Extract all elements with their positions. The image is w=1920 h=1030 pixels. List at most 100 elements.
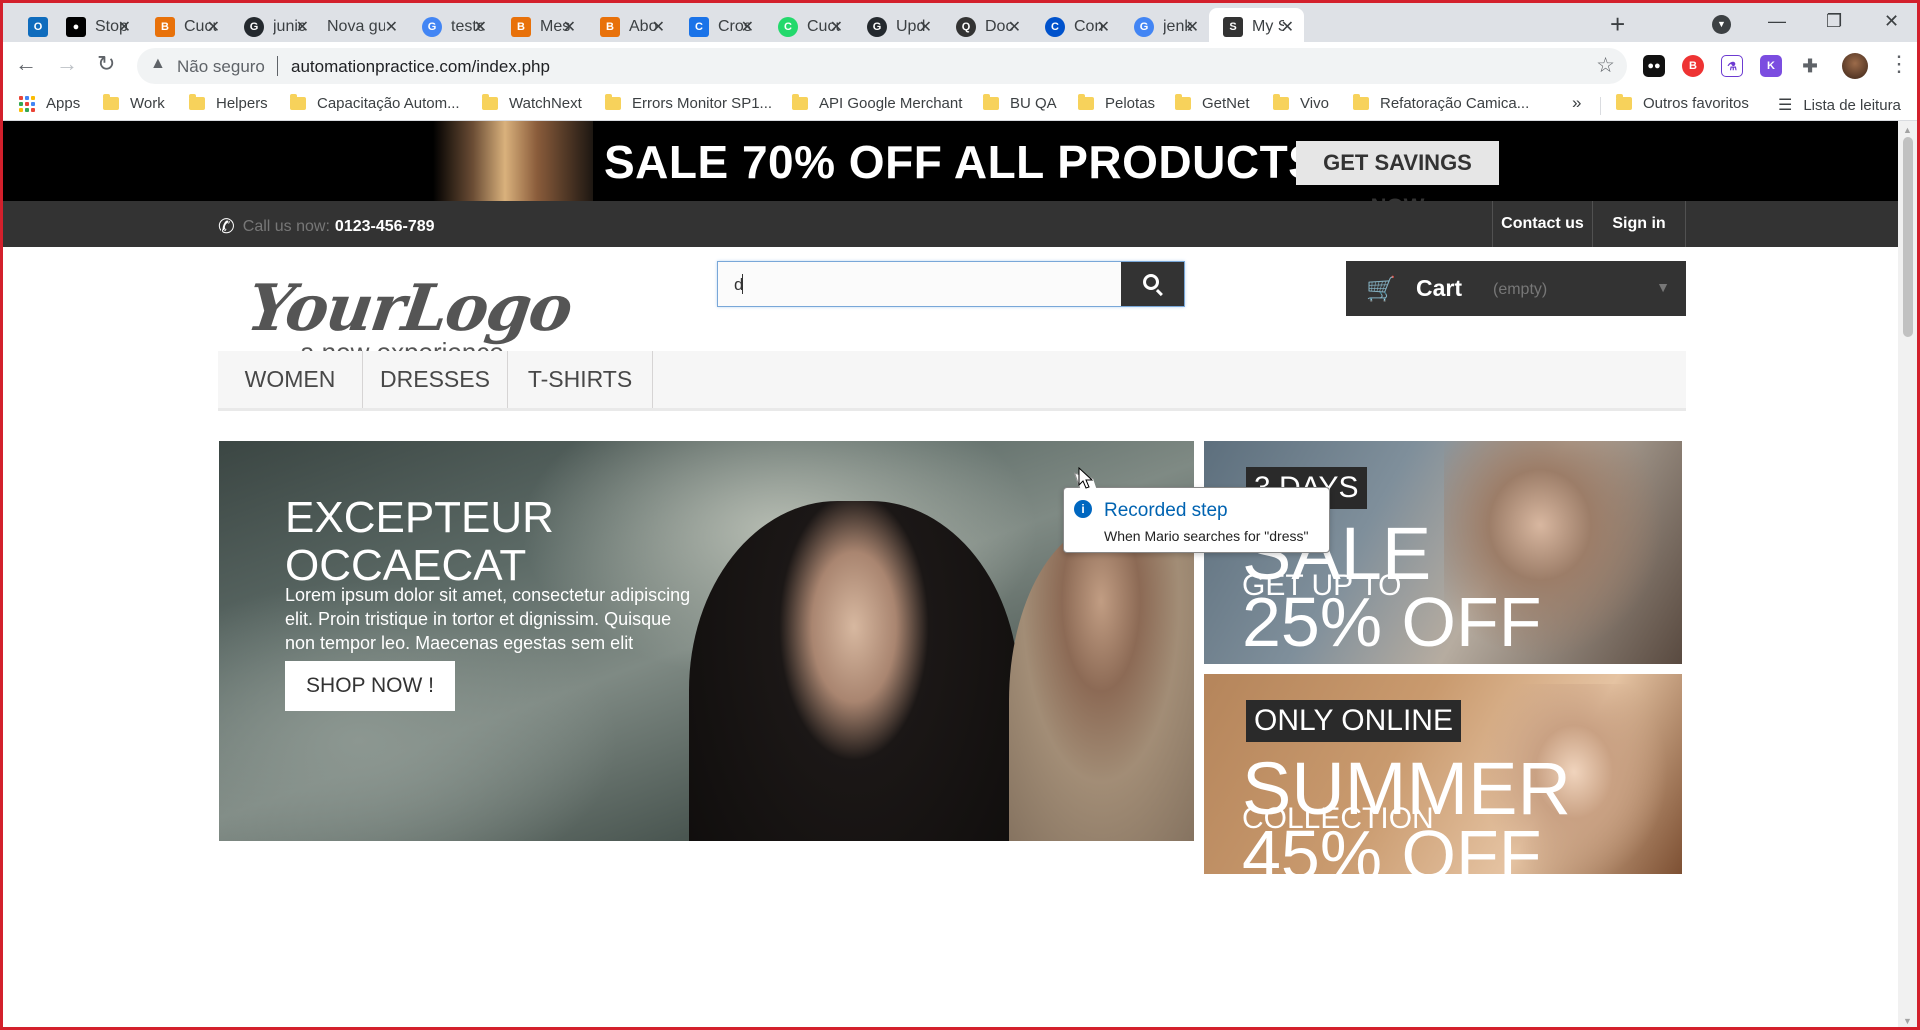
bitbucket-icon: B [600, 16, 620, 37]
tab-search-icon[interactable]: ▼ [1712, 15, 1731, 34]
tab-nova-guia[interactable]: Nova gui ✕ [319, 8, 408, 45]
bookmark-folder-errors-monitor[interactable]: Errors Monitor SP1... [605, 94, 772, 112]
tab-close-icon[interactable]: ✕ [1097, 17, 1110, 37]
folder-icon [1353, 94, 1369, 110]
slide-text: Lorem ipsum dolor sit amet, consectetur … [285, 585, 691, 653]
bookmark-folder-pelotas[interactable]: Pelotas [1078, 94, 1155, 112]
tab-confluence[interactable]: C Con ✕ [1031, 8, 1120, 45]
bookmark-folder-api-google[interactable]: API Google Merchant [792, 94, 962, 112]
bookmark-folder-work[interactable]: Work [103, 94, 165, 112]
sale-banner[interactable]: SALE 70% OFF ALL PRODUCTS GET SAVINGS NO… [3, 121, 1898, 219]
extensions-puzzle-icon[interactable]: ✚ [1799, 55, 1821, 77]
menu-kebab-icon[interactable]: ⋮ [1888, 51, 1910, 77]
tab-bitbucket-cucumber[interactable]: B Cucu ✕ [141, 8, 230, 45]
tab-strip: O ● Stop ✕ B Cucu ✕ G junic ✕ Nova gui ✕… [0, 0, 1920, 45]
phone-info: ✆ Call us now: 0123-456-789 [218, 216, 435, 238]
chevron-down-icon: ▼ [1656, 279, 1670, 295]
close-window-icon[interactable]: ✕ [1884, 11, 1899, 32]
extension-recorder-icon[interactable]: ●● [1643, 55, 1665, 77]
scroll-up-icon[interactable]: ▲ [1903, 125, 1912, 135]
tab-close-icon[interactable]: ✕ [385, 17, 398, 37]
bookmark-folder-vivo[interactable]: Vivo [1273, 94, 1329, 112]
contact-us-link[interactable]: Contact us [1492, 201, 1592, 247]
url-text[interactable]: automationpractice.com/index.php [291, 57, 550, 77]
tab-bitbucket-about[interactable]: B Abo ✕ [586, 8, 675, 45]
extension-adblock-icon[interactable]: B [1682, 55, 1704, 77]
bookmark-folder-refatoracao[interactable]: Refatoração Camica... [1353, 94, 1529, 112]
page-scrollbar[interactable]: ▲ ▼ [1898, 121, 1918, 1030]
folder-icon [482, 94, 498, 110]
forward-icon[interactable]: → [56, 51, 78, 77]
reload-icon[interactable]: ↻ [97, 51, 115, 77]
slide-title: EXCEPTEUR OCCAECAT [285, 493, 554, 590]
shop-now-button[interactable]: SHOP NOW ! [285, 661, 455, 711]
tab-close-icon[interactable]: ✕ [474, 17, 487, 37]
tab-my-store[interactable]: S My S ✕ [1209, 8, 1304, 45]
promo-tag: ONLY ONLINE [1246, 700, 1461, 742]
tab-close-icon[interactable]: ✕ [1186, 17, 1199, 37]
folder-icon [1616, 94, 1632, 110]
address-bar[interactable]: ▲ Não seguro automationpractice.com/inde… [137, 48, 1627, 84]
tab-close-icon[interactable]: ✕ [741, 17, 754, 37]
tab-close-icon[interactable]: ✕ [563, 17, 576, 37]
reading-list[interactable]: ☰ Lista de leitura [1778, 95, 1901, 115]
tab-github-junit[interactable]: G junic ✕ [230, 8, 319, 45]
github-icon: G [867, 16, 887, 37]
tab-google-teste[interactable]: G testc ✕ [408, 8, 497, 45]
promo-discount: 25% OFF [1242, 583, 1542, 661]
cart-block[interactable]: 🛒 Cart (empty) ▼ [1346, 261, 1686, 316]
slide-woman-image [689, 501, 1019, 841]
promo-summer-banner[interactable]: ONLY ONLINE SUMMER COLLECTION 45% OFF [1204, 674, 1682, 874]
bookmark-folder-watchnext[interactable]: WatchNext [482, 94, 582, 112]
tab-cucumber[interactable]: C Cucu ✕ [764, 8, 853, 45]
store-icon: S [1223, 16, 1243, 37]
search-input[interactable]: d [717, 261, 1185, 307]
tab-recorder[interactable]: ● Stop ✕ [52, 8, 141, 45]
bookmarks-overflow-icon[interactable]: » [1572, 93, 1581, 113]
search-button[interactable] [1121, 262, 1184, 306]
bookmark-folder-helpers[interactable]: Helpers [189, 94, 268, 112]
extension-katalon-icon[interactable]: K [1760, 55, 1782, 77]
tab-docs[interactable]: Q Doc ✕ [942, 8, 1031, 45]
homepage-slider[interactable]: EXCEPTEUR OCCAECAT Lorem ipsum dolor sit… [219, 441, 1194, 841]
tab-close-icon[interactable]: ✕ [919, 17, 932, 37]
bookmark-folder-getnet[interactable]: GetNet [1175, 94, 1250, 112]
menu-women[interactable]: WOMEN [218, 351, 363, 408]
minimize-icon[interactable]: — [1768, 11, 1786, 32]
phone-number: 0123-456-789 [334, 217, 435, 235]
tab-github-update[interactable]: G Upd ✕ [853, 8, 942, 45]
bookmark-star-icon[interactable]: ☆ [1596, 53, 1615, 78]
back-icon[interactable]: ← [15, 51, 37, 77]
bookmark-folder-capacitacao[interactable]: Capacitação Autom... [290, 94, 460, 112]
profile-avatar[interactable] [1842, 53, 1868, 79]
cart-status: (empty) [1493, 281, 1548, 298]
new-tab-button[interactable]: + [1610, 11, 1625, 37]
extension-flask-icon[interactable]: ⚗ [1721, 55, 1743, 77]
tab-close-icon[interactable]: ✕ [652, 17, 665, 37]
tab-close-icon[interactable]: ✕ [207, 17, 220, 37]
tab-google-jenkins[interactable]: G jenk ✕ [1120, 8, 1209, 45]
menu-dresses[interactable]: DRESSES [363, 351, 508, 408]
bookmark-folder-bu-qa[interactable]: BU QA [983, 94, 1057, 112]
tooltip-detail: When Mario searches for "dress" [1104, 528, 1309, 544]
tab-crossbrowser[interactable]: C Cros ✕ [675, 8, 764, 45]
scrollbar-thumb[interactable] [1903, 137, 1913, 337]
tab-close-icon[interactable]: ✕ [1281, 17, 1294, 37]
scroll-down-icon[interactable]: ▼ [1903, 1016, 1912, 1026]
bookmark-apps[interactable]: Apps [19, 95, 80, 112]
sign-in-link[interactable]: Sign in [1592, 201, 1686, 247]
crossbrowser-icon: C [689, 16, 709, 37]
get-savings-button[interactable]: GET SAVINGS NOW [1296, 141, 1499, 219]
slide-man-image [1009, 521, 1194, 841]
tab-close-icon[interactable]: ✕ [830, 17, 843, 37]
tab-close-icon[interactable]: ✕ [118, 17, 131, 37]
qa-icon: Q [956, 16, 976, 37]
promo-discount: 45% OFF [1242, 816, 1542, 874]
tab-close-icon[interactable]: ✕ [1008, 17, 1021, 37]
maximize-icon[interactable]: ❐ [1826, 11, 1842, 32]
tooltip-title: Recorded step [1104, 500, 1228, 521]
tab-close-icon[interactable]: ✕ [296, 17, 309, 37]
bookmark-other-favorites[interactable]: Outros favoritos [1616, 94, 1749, 112]
menu-tshirts[interactable]: T-SHIRTS [508, 351, 653, 408]
tab-bitbucket-mes[interactable]: B Mes ✕ [497, 8, 586, 45]
